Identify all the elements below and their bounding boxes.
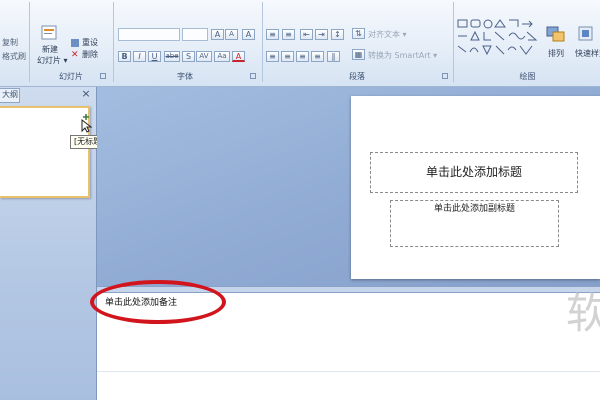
highlight-ellipse xyxy=(90,280,226,324)
font-color-button[interactable]: A xyxy=(232,51,245,62)
reset-button[interactable]: 重设 xyxy=(82,37,98,48)
status-strip xyxy=(97,371,600,401)
justify-icon[interactable]: ≡ xyxy=(311,51,324,62)
subtitle-placeholder[interactable]: 单击此处添加副标题 xyxy=(390,200,559,247)
grow-font-icon[interactable]: A xyxy=(211,29,224,40)
columns-icon[interactable]: ∥ xyxy=(327,51,340,62)
reset-icon xyxy=(71,39,79,47)
format-painter-button[interactable]: 格式刷 xyxy=(2,51,26,62)
bold-button[interactable]: B xyxy=(118,51,131,62)
arrange-button[interactable]: 排列 xyxy=(548,48,564,59)
group-separator xyxy=(453,2,454,82)
align-left-icon[interactable]: ≡ xyxy=(266,51,279,62)
line-spacing-icon[interactable]: ↕ xyxy=(331,29,344,40)
dialog-launcher-icon[interactable] xyxy=(100,73,106,79)
watermark: 软 xyxy=(566,289,600,338)
align-text-button[interactable]: 对齐文本 ▾ xyxy=(368,29,407,40)
change-case-button[interactable]: Aa xyxy=(214,51,230,62)
shapes-gallery[interactable] xyxy=(456,18,540,64)
delete-icon: ✕ xyxy=(71,50,79,60)
quick-styles-icon[interactable] xyxy=(576,24,596,46)
arrange-icon[interactable] xyxy=(544,24,568,46)
new-slide-icon[interactable] xyxy=(40,23,58,43)
tab-outline[interactable]: 大纲 xyxy=(0,88,20,103)
text-direction-icon[interactable]: ⇅ xyxy=(352,28,365,39)
smartart-icon[interactable]: ▦ xyxy=(352,49,365,60)
shrink-font-icon[interactable]: A xyxy=(225,29,238,40)
font-size-field[interactable] xyxy=(182,28,208,41)
strikethrough-button[interactable]: abe xyxy=(164,51,180,62)
shadow-button[interactable]: S xyxy=(182,51,195,62)
new-slide-dropdown[interactable]: 幻灯片 ▾ xyxy=(37,55,68,66)
slide-thumbnail[interactable] xyxy=(0,106,90,198)
ribbon: 复制 格式刷 新建 幻灯片 ▾ 重设 ✕ 删除 幻灯片 A A A B I U … xyxy=(0,0,600,87)
delete-button[interactable]: 删除 xyxy=(82,49,98,60)
group-label-font: 字体 xyxy=(177,72,193,81)
font-name-field[interactable] xyxy=(118,28,180,41)
numbering-icon[interactable]: ≡ xyxy=(282,29,295,40)
dialog-launcher-icon[interactable] xyxy=(442,73,448,79)
increase-indent-icon[interactable]: ⇥ xyxy=(315,29,328,40)
italic-button[interactable]: I xyxy=(133,51,146,62)
dialog-launcher-icon[interactable] xyxy=(250,73,256,79)
convert-smartart-button[interactable]: 转换为 SmartArt ▾ xyxy=(368,50,437,61)
copy-button[interactable]: 复制 xyxy=(2,37,18,48)
decrease-indent-icon[interactable]: ⇤ xyxy=(300,29,313,40)
clear-format-icon[interactable]: A xyxy=(242,29,255,40)
group-label-drawing: 绘图 xyxy=(519,72,536,81)
group-separator xyxy=(262,2,263,82)
underline-button[interactable]: U xyxy=(148,51,161,62)
quick-styles-button[interactable]: 快速样式 xyxy=(575,48,600,59)
align-right-icon[interactable]: ≡ xyxy=(296,51,309,62)
close-icon[interactable]: × xyxy=(80,88,92,100)
title-placeholder[interactable]: 单击此处添加标题 xyxy=(370,152,578,193)
new-slide-button[interactable]: 新建 xyxy=(42,44,58,55)
group-label-paragraph: 段落 xyxy=(349,72,365,81)
align-center-icon[interactable]: ≡ xyxy=(281,51,294,62)
char-spacing-button[interactable]: AV xyxy=(196,51,212,62)
cursor-icon xyxy=(78,113,96,133)
bullets-icon[interactable]: ≡ xyxy=(266,29,279,40)
